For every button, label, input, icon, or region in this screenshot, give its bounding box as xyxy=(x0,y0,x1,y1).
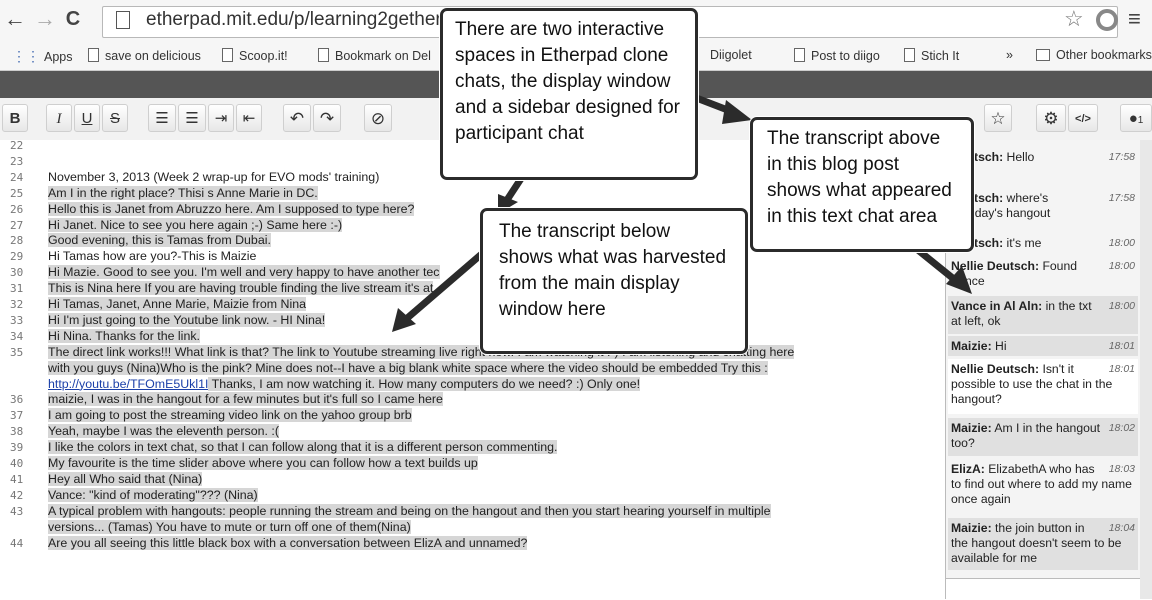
callout-top: There are two interactive spaces in Ethe… xyxy=(440,8,698,180)
callout-right: The transcript above in this blog post s… xyxy=(750,117,974,252)
callout-middle: The transcript below shows what was harv… xyxy=(480,208,748,354)
arrowhead-icon xyxy=(946,266,972,294)
arrowhead-icon xyxy=(722,100,752,124)
arrow-middle-to-editor xyxy=(401,248,488,324)
